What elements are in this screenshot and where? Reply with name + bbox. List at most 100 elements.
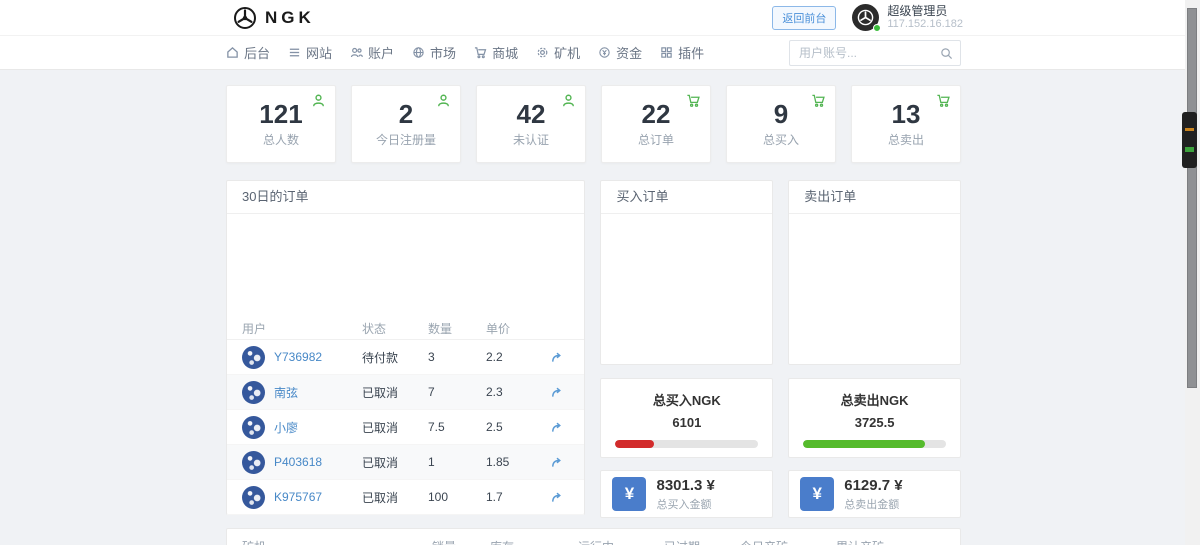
nav-item-mall[interactable]: 商城 [474, 43, 518, 62]
cart-icon [811, 93, 826, 108]
stat-card-total-orders: 22 总订单 [601, 85, 711, 163]
order-price: 2.5 [486, 420, 544, 434]
order-detail-button[interactable] [548, 384, 565, 401]
order-qty: 7 [428, 385, 486, 399]
home-icon [226, 46, 239, 59]
overlay-tool-widget[interactable] [1182, 112, 1197, 168]
column-header: 矿机 [242, 538, 432, 545]
order-status: 已取消 [362, 384, 428, 401]
brand-logo[interactable]: NGK [233, 6, 315, 30]
table-row: K975767 已取消 100 1.7 [227, 480, 584, 515]
orders-table-body: Y736982 待付款 3 2.2 南弦 已取消 7 2.3 小廖 已取消 7.… [227, 340, 584, 515]
table-row: P403618 已取消 1 1.85 [227, 445, 584, 480]
stat-value: 22 [642, 100, 671, 128]
column-header: 已过期 [664, 538, 740, 545]
stat-value: 2 [399, 100, 413, 128]
order-detail-button[interactable] [548, 454, 565, 471]
nav-item-funds[interactable]: 资金 [598, 43, 642, 62]
amount-label: 总买入金额 [656, 496, 714, 512]
stat-value: 42 [517, 100, 546, 128]
user-name: 超级管理员 [887, 4, 963, 18]
total-title: 总买入NGK [601, 390, 772, 409]
yen-icon: ¥ [612, 477, 646, 511]
nav-item-label: 商城 [492, 43, 518, 62]
scrollbar-track[interactable] [1185, 0, 1200, 545]
nav-item-backstage[interactable]: 后台 [226, 43, 270, 62]
nav-item-label: 插件 [678, 43, 704, 62]
user-ip: 117.152.16.182 [887, 18, 963, 31]
forward-arrow-icon [550, 491, 563, 504]
order-status: 待付款 [362, 349, 428, 366]
nav-item-label: 矿机 [554, 43, 580, 62]
gear-icon [536, 46, 549, 59]
amount-text: 8301.3 ¥ 总买入金额 [656, 477, 714, 512]
order-price: 1.85 [486, 455, 544, 469]
avatar [242, 486, 265, 509]
buy-progress-fill [615, 440, 654, 448]
order-qty: 100 [428, 490, 486, 504]
nav-item-market[interactable]: 市场 [412, 43, 456, 62]
order-detail-button[interactable] [548, 349, 565, 366]
column-header: 累计产矿 [836, 538, 945, 545]
stat-label: 今日注册量 [376, 131, 436, 148]
order-detail-button[interactable] [548, 489, 565, 506]
stat-label: 总订单 [638, 131, 674, 148]
coin-icon [598, 46, 611, 59]
nav-item-accounts[interactable]: 账户 [350, 43, 394, 62]
stat-value: 13 [892, 100, 921, 128]
orange-bar-icon [1185, 128, 1194, 131]
search-icon[interactable] [940, 47, 953, 60]
user-link[interactable]: K975767 [274, 490, 322, 504]
cart-icon [686, 93, 701, 108]
stat-card-total-buys: 9 总买入 [726, 85, 836, 163]
forward-arrow-icon [550, 456, 563, 469]
order-detail-button[interactable] [548, 419, 565, 436]
panel-title: 30日的订单 [227, 181, 584, 214]
total-value: 6101 [601, 415, 772, 430]
order-qty: 1 [428, 455, 486, 469]
nav-item-website[interactable]: 网站 [288, 43, 332, 62]
stat-card-total-sells: 13 总卖出 [851, 85, 961, 163]
stat-label: 未认证 [513, 131, 549, 148]
table-row: 南弦 已取消 7 2.3 [227, 375, 584, 410]
user-link[interactable]: 小廖 [274, 419, 298, 436]
avatar [242, 381, 265, 404]
user-link[interactable]: P403618 [274, 455, 322, 469]
stat-cards-row: 121 总人数 2 今日注册量 42 未认证 22 总订单 [226, 85, 961, 163]
user-link[interactable]: 南弦 [274, 384, 298, 401]
nav-item-plugins[interactable]: 插件 [660, 43, 704, 62]
nav-item-miners[interactable]: 矿机 [536, 43, 580, 62]
user-menu[interactable]: 超级管理员 117.152.16.182 [852, 4, 963, 31]
back-to-front-button[interactable]: 返回前台 [772, 6, 836, 30]
grid-icon [660, 46, 673, 59]
sell-orders-panel: 卖出订单 [788, 180, 961, 365]
column-header: 单价 [486, 320, 544, 337]
brand-name: NGK [265, 8, 315, 28]
forward-arrow-icon [550, 421, 563, 434]
miners-panel: 矿机 销量 库存 运行中 已过期 今日产矿 累计产矿 [226, 528, 961, 545]
nav-item-label: 资金 [616, 43, 642, 62]
ngk-wheel-icon [233, 6, 257, 30]
list-icon [288, 46, 301, 59]
forward-arrow-icon [550, 351, 563, 364]
column-header: 数量 [428, 320, 486, 337]
column-header: 今日产矿 [740, 538, 836, 545]
total-buy-amount-card: ¥ 8301.3 ¥ 总买入金额 [600, 470, 773, 518]
user-link[interactable]: Y736982 [274, 350, 322, 364]
stat-card-today-registered: 2 今日注册量 [351, 85, 461, 163]
total-title: 总卖出NGK [789, 390, 960, 409]
order-status: 已取消 [362, 489, 428, 506]
panel-title: 买入订单 [601, 181, 772, 214]
nav-item-label: 账户 [368, 43, 394, 62]
table-row: 小廖 已取消 7.5 2.5 [227, 410, 584, 445]
green-bar-icon [1185, 147, 1194, 152]
scrollbar-thumb[interactable] [1187, 8, 1197, 388]
amount-value: 6129.7 ¥ [844, 477, 902, 494]
forward-arrow-icon [550, 386, 563, 399]
search-input[interactable] [790, 46, 940, 60]
sell-progress-fill [803, 440, 924, 448]
buy-column: 买入订单 总买入NGK 6101 ¥ 8301.3 ¥ 总买入金额 [600, 180, 773, 518]
user-avatar [852, 4, 879, 31]
panel-title: 卖出订单 [789, 181, 960, 214]
stat-card-unverified: 42 未认证 [476, 85, 586, 163]
